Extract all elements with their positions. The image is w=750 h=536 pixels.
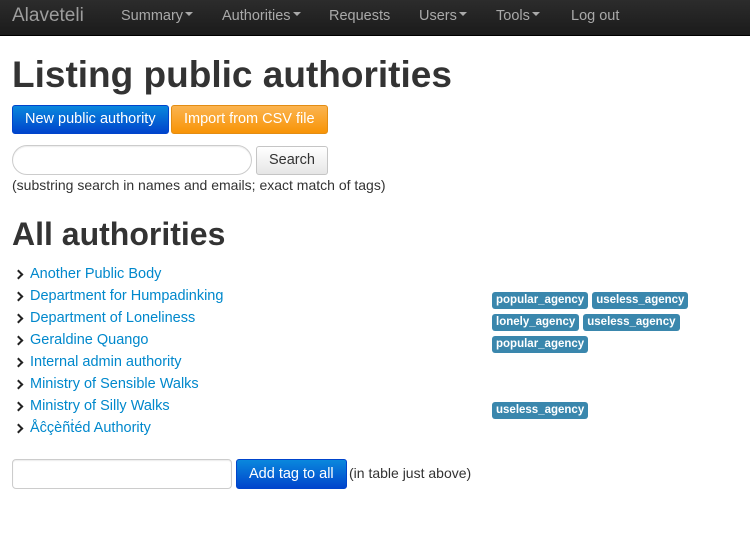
authority-row: Department of Loneliness lonely_agency use… <box>12 310 732 331</box>
search-input[interactable] <box>12 145 252 175</box>
authority-link[interactable]: Ministry of Silly Walks <box>30 398 170 414</box>
authority-link[interactable]: Internal admin authority <box>30 354 182 370</box>
chevron-right-icon <box>13 401 24 412</box>
new-authority-button[interactable]: New public authority <box>12 105 169 134</box>
tag-badge[interactable]: useless_agency <box>592 292 689 309</box>
section-title: All authorities <box>12 216 226 252</box>
tag-badge[interactable]: useless_agency <box>583 314 680 331</box>
authority-row: Another Public Body <box>12 266 732 286</box>
search-hint: (substring search in names and emails; e… <box>12 177 386 193</box>
nav-requests-label: Requests <box>329 8 391 24</box>
nav-summary-label: Summary <box>121 8 184 24</box>
add-tag-to-all-button[interactable]: Add tag to all <box>236 459 347 489</box>
search-button[interactable]: Search <box>256 146 328 175</box>
import-csv-button[interactable]: Import from CSV file <box>171 105 328 134</box>
chevron-right-icon <box>13 423 24 434</box>
nav-logout-label: Log out <box>571 8 620 24</box>
chevron-right-icon <box>13 335 24 346</box>
nav-users[interactable]: Users <box>419 8 467 24</box>
page-title: Listing public authorities <box>12 54 452 95</box>
chevron-right-icon <box>13 379 24 390</box>
authority-tags: useless_agency <box>492 400 592 419</box>
tag-badge[interactable]: popular_agency <box>492 292 589 309</box>
authority-row: Department for Humpadinking popular_agenc… <box>12 288 732 309</box>
caret-down-icon <box>185 12 194 17</box>
tag-badge[interactable]: useless_agency <box>492 402 589 419</box>
nav-logout[interactable]: Log out <box>571 8 619 24</box>
nav-tools[interactable]: Tools <box>496 8 540 24</box>
caret-down-icon <box>531 12 540 17</box>
caret-down-icon <box>292 12 301 17</box>
authority-row: Internal admin authority <box>12 354 732 374</box>
authority-link[interactable]: Åĉçèñṫéd Authority <box>30 420 151 436</box>
authority-link[interactable]: Ministry of Sensible Walks <box>30 376 199 392</box>
tag-all-input[interactable] <box>12 459 232 489</box>
tag-all-hint: (in table just above) <box>349 465 472 481</box>
top-navbar: Alaveteli Summary Authorities Requests U… <box>0 0 750 36</box>
nav-summary[interactable]: Summary <box>121 8 194 24</box>
chevron-right-icon <box>13 357 24 368</box>
nav-users-label: Users <box>419 8 457 24</box>
chevron-right-icon <box>13 269 24 280</box>
chevron-right-icon <box>13 291 24 302</box>
authority-tags: popular_agency <box>492 334 592 353</box>
tag-badge[interactable]: popular_agency <box>492 336 589 353</box>
nav-requests[interactable]: Requests <box>329 8 390 24</box>
nav-tools-label: Tools <box>496 8 530 24</box>
authority-row: Geraldine Quango popular_agency <box>12 332 732 353</box>
authority-tags: lonely_agency useless_agency <box>492 312 684 331</box>
caret-down-icon <box>458 12 467 17</box>
authority-link[interactable]: Department for Humpadinking <box>30 288 223 304</box>
chevron-right-icon <box>13 313 24 324</box>
authority-row: Ministry of Sensible Walks <box>12 376 732 396</box>
authority-link[interactable]: Another Public Body <box>30 266 161 282</box>
authority-link[interactable]: Geraldine Quango <box>30 332 149 348</box>
nav-authorities[interactable]: Authorities <box>222 8 301 24</box>
authority-row: Åĉçèñṫéd Authority <box>12 420 732 440</box>
nav-authorities-label: Authorities <box>222 8 291 24</box>
tag-badge[interactable]: lonely_agency <box>492 314 580 331</box>
authority-link[interactable]: Department of Loneliness <box>30 310 195 326</box>
brand-link[interactable]: Alaveteli <box>12 5 84 27</box>
authority-row: Ministry of Silly Walks useless_agency <box>12 398 732 419</box>
authority-tags: popular_agency useless_agency <box>492 290 692 309</box>
